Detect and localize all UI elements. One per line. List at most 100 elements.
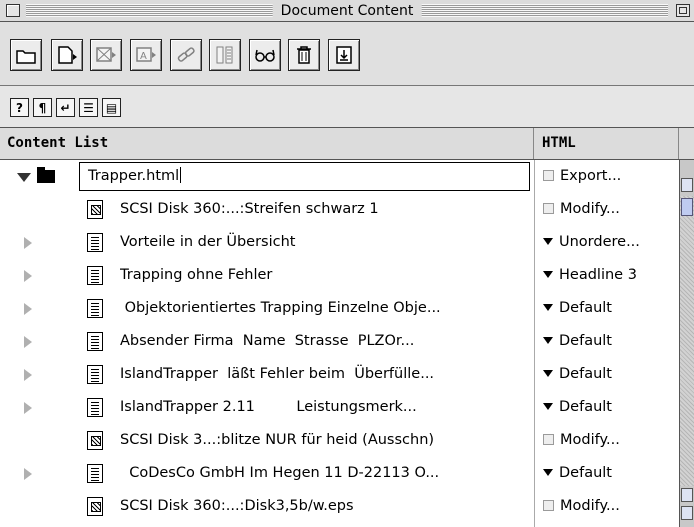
new-page-button[interactable] [51,39,83,71]
text-caret [180,167,182,183]
checkbox-icon[interactable] [543,500,554,511]
html-popup[interactable]: Headline 3 [540,259,678,292]
title-bar[interactable]: Document Content [0,0,694,22]
text-document-icon [87,233,103,252]
link-icon [177,47,195,62]
collapsed-triangle-icon[interactable] [24,468,32,480]
html-popup-value: Default [559,465,612,481]
return-button[interactable]: ↵ [56,98,75,117]
text-placeholder-button[interactable]: A [130,39,162,71]
popup-arrow-icon [543,469,553,476]
html-popup[interactable]: Default [540,358,678,391]
popup-arrow-icon [543,304,553,311]
image-file-icon [87,200,103,219]
document-content-window: Document Content A ? ¶ ↵ ☰ ▤ Content Lis… [0,0,694,527]
secondary-toolbar: ? ¶ ↵ ☰ ▤ [0,86,694,128]
html-popup[interactable]: Default [540,292,678,325]
html-option-label: Modify... [560,498,620,514]
collapsed-triangle-icon[interactable] [24,402,32,414]
export-icon [336,46,352,64]
list-item-label: Vorteile in der Übersicht [120,234,296,250]
collapsed-triangle-icon[interactable] [24,336,32,348]
close-box-icon[interactable] [6,4,20,17]
text-document-icon [87,266,103,285]
window-title: Document Content [272,2,422,20]
scroll-down-arrow-icon[interactable] [681,488,693,502]
popup-arrow-icon [543,403,553,410]
list-item[interactable]: IslandTrapper 2.11 Leistungsmerk... Defa… [0,391,678,424]
list-item[interactable]: Absender Firma Name Strasse PLZOr... Def… [0,325,678,358]
preview-button[interactable] [249,39,281,71]
popup-arrow-icon [543,337,553,344]
scroll-thumb[interactable] [681,198,693,216]
html-popup[interactable]: Default [540,457,678,490]
html-option[interactable]: Modify... [540,490,678,523]
vertical-scrollbar[interactable] [679,160,694,527]
text-document-icon [87,332,103,351]
html-popup-value: Default [559,399,612,415]
image-file-icon [87,431,103,450]
content-list: Trapper.html Export... SCSI Disk 360:...… [0,160,678,527]
header-corner [680,128,694,159]
list-header: Content List HTML [0,128,694,160]
export-button[interactable] [328,39,360,71]
filename-edit-field[interactable]: Trapper.html [79,162,530,191]
list-item-label: Absender Firma Name Strasse PLZOr... [120,333,415,349]
html-option[interactable]: Modify... [540,193,678,226]
list-item-label: IslandTrapper 2.11 Leistungsmerk... [120,399,417,415]
list-item[interactable]: SCSI Disk 360:...:Streifen schwarz 1 Mod… [0,193,678,226]
collapsed-triangle-icon[interactable] [24,237,32,249]
page-button[interactable]: ▤ [102,98,121,117]
html-popup-value: Unordere... [559,234,640,250]
text-document-icon [87,398,103,417]
folder-button[interactable] [10,39,42,71]
filename-value: Trapper.html [88,168,180,184]
checkbox-icon[interactable] [543,170,554,181]
paragraph-icon: ¶ [38,100,47,115]
checkbox-icon[interactable] [543,434,554,445]
expanded-triangle-icon[interactable] [17,173,31,182]
zoom-box-icon[interactable] [676,4,690,17]
html-popup[interactable]: Default [540,325,678,358]
collapsed-triangle-icon[interactable] [24,369,32,381]
help-icon: ? [16,100,23,115]
popup-arrow-icon [543,238,553,245]
list-item[interactable]: Objektorientiertes Trapping Einzelne Obj… [0,292,678,325]
list-item[interactable]: Trapper.html Export... [0,160,678,193]
collapsed-triangle-icon[interactable] [24,270,32,282]
list-button[interactable]: ☰ [79,98,98,117]
link-button[interactable] [170,39,202,71]
column-button[interactable] [209,39,241,71]
delete-button[interactable] [288,39,320,71]
html-option-label: Export... [560,168,622,184]
help-button[interactable]: ? [10,98,29,117]
list-item[interactable]: Trapping ohne Fehler Headline 3 [0,259,678,292]
html-column-header[interactable]: HTML [535,128,679,159]
html-popup[interactable]: Default [540,391,678,424]
list-item[interactable]: SCSI Disk 360:...:Disk3,5b/w.eps Modify.… [0,490,678,523]
list-item[interactable]: SCSI Disk 3...:blitze NUR für heid (Auss… [0,424,678,457]
html-popup-value: Default [559,300,612,316]
html-option-label: Modify... [560,432,620,448]
html-option[interactable]: Modify... [540,424,678,457]
list-item[interactable]: CoDesCo GmbH Im Hegen 11 D-22113 O... De… [0,457,678,490]
scroll-down-arrow-icon-2[interactable] [681,506,693,520]
main-toolbar: A [0,22,694,86]
list-item[interactable]: Vorteile in der Übersicht Unordere... [0,226,678,259]
paragraph-button[interactable]: ¶ [33,98,52,117]
image-placeholder-button[interactable] [90,39,122,71]
checkbox-icon[interactable] [543,203,554,214]
html-popup[interactable]: Unordere... [540,226,678,259]
new-page-icon [58,46,77,64]
list-item-label: IslandTrapper läßt Fehler beim Überfülle… [120,366,435,382]
collapsed-triangle-icon[interactable] [24,303,32,315]
html-option[interactable]: Export... [540,160,678,193]
text-document-icon [87,365,103,384]
list-item-label: CoDesCo GmbH Im Hegen 11 D-22113 O... [120,465,440,481]
list-item[interactable]: IslandTrapper läßt Fehler beim Überfülle… [0,358,678,391]
scroll-up-arrow-icon[interactable] [681,178,693,192]
content-list-column-header[interactable]: Content List [0,128,534,159]
scroll-track[interactable] [680,196,694,486]
return-icon: ↵ [60,100,71,115]
list-item-label: SCSI Disk 3...:blitze NUR für heid (Auss… [120,432,435,448]
